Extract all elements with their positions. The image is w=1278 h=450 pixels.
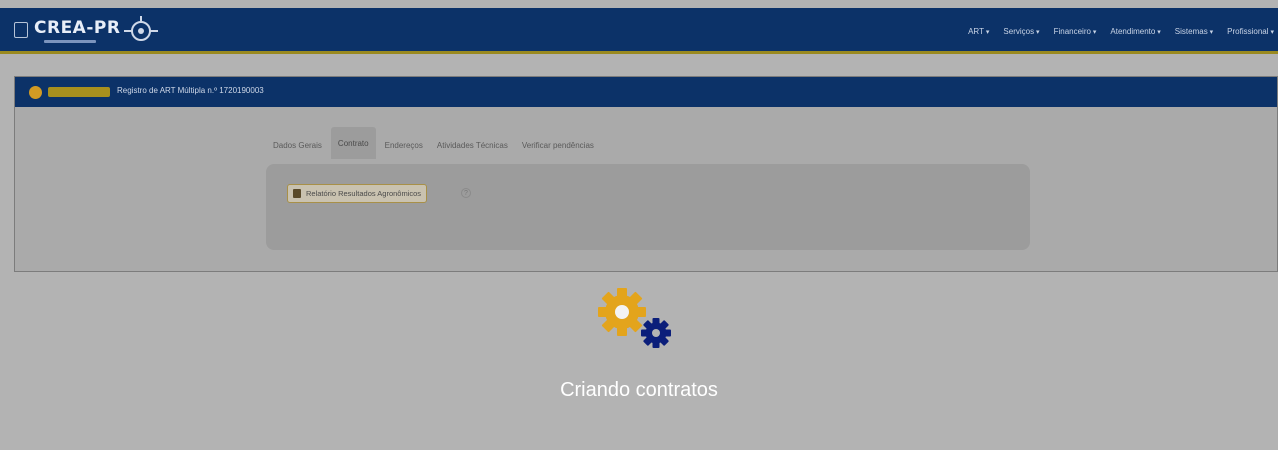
logo-text: CREA-PR bbox=[34, 18, 121, 38]
menu-art[interactable]: ART bbox=[968, 27, 989, 36]
menu-sistemas[interactable]: Sistemas bbox=[1175, 27, 1213, 36]
tab-bar: Dados Gerais Contrato Endereços Atividad… bbox=[266, 127, 601, 159]
pdf-icon bbox=[293, 189, 301, 198]
crea-logo[interactable]: CREA-PR bbox=[10, 14, 185, 48]
menu-servicos[interactable]: Serviços bbox=[1003, 27, 1039, 36]
panel-header: Registro de ART Múltipla n.º 1720190003 bbox=[15, 77, 1277, 107]
main-menu: ART Serviços Financeiro Atendimento Sist… bbox=[968, 8, 1274, 54]
loading-gears-icon bbox=[598, 288, 671, 348]
menu-financeiro[interactable]: Financeiro bbox=[1054, 27, 1097, 36]
question-icon[interactable]: ? bbox=[461, 188, 471, 198]
gear-small-icon bbox=[641, 318, 671, 348]
status-badge bbox=[48, 87, 110, 97]
logo-subtitle bbox=[44, 40, 96, 43]
report-button-label: Relatório Resultados Agronômicos bbox=[306, 189, 422, 198]
tab-verificar-pendencias[interactable]: Verificar pendências bbox=[515, 133, 601, 159]
art-registration-panel: Registro de ART Múltipla n.º 1720190003 … bbox=[14, 76, 1278, 272]
alert-icon bbox=[29, 86, 42, 99]
menu-atendimento[interactable]: Atendimento bbox=[1110, 27, 1160, 36]
tab-content-contrato: Relatório Resultados Agronômicos ? bbox=[266, 164, 1030, 250]
tab-contrato[interactable]: Contrato bbox=[330, 127, 376, 159]
tab-atividades-tecnicas[interactable]: Atividades Técnicas bbox=[430, 133, 515, 159]
loading-message: Criando contratos bbox=[560, 379, 718, 401]
tab-dados-gerais[interactable]: Dados Gerais bbox=[266, 133, 329, 159]
gear-large-icon bbox=[598, 288, 646, 336]
tab-enderecos[interactable]: Endereços bbox=[378, 133, 430, 159]
panel-title: Registro de ART Múltipla n.º 1720190003 bbox=[117, 86, 264, 95]
logo-mark-icon bbox=[14, 22, 28, 38]
menu-profissional[interactable]: Profissional bbox=[1227, 27, 1274, 36]
top-navbar: CREA-PR ART Serviços Financeiro Atendime… bbox=[0, 8, 1278, 54]
emblem-icon bbox=[124, 16, 158, 41]
report-results-button[interactable]: Relatório Resultados Agronômicos bbox=[287, 184, 428, 203]
